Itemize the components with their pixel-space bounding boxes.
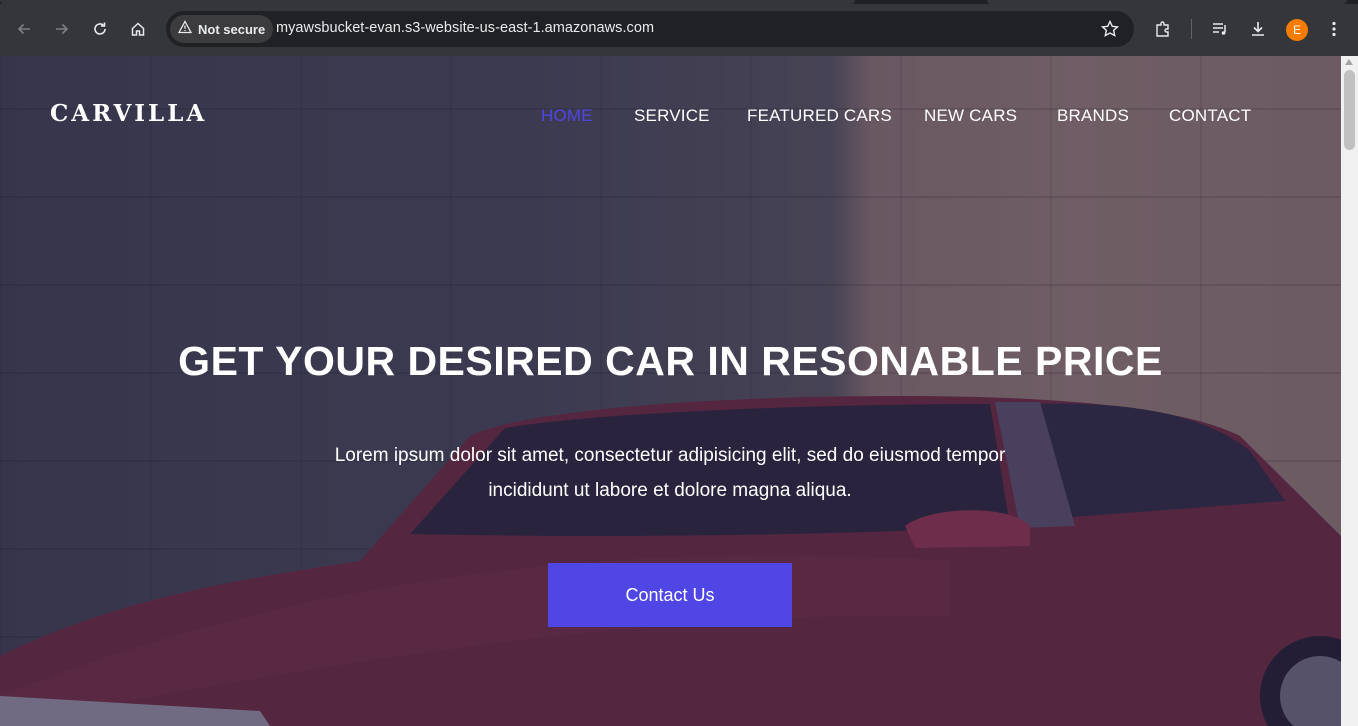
nav-featured-cars[interactable]: FEATURED CARS [747,106,892,126]
profile-avatar[interactable]: E [1286,19,1308,41]
security-label: Not secure [198,21,266,37]
security-chip[interactable]: Not secure [170,15,274,43]
home-icon[interactable] [126,17,150,41]
more-menu-icon[interactable] [1322,17,1346,41]
nav-contact[interactable]: CONTACT [1169,106,1251,126]
back-icon[interactable] [12,17,36,41]
scrollbar-thumb[interactable] [1344,70,1355,150]
reload-icon[interactable] [88,17,112,41]
toolbar-separator [1191,19,1192,39]
active-tab-edge[interactable] [0,0,855,4]
extensions-icon[interactable] [1151,17,1175,41]
nav-brands[interactable]: BRANDS [1057,106,1129,126]
hero-title: GET YOUR DESIRED CAR IN RESONABLE PRICE [178,338,1163,384]
hero-description: Lorem ipsum dolor sit amet, consectetur … [270,438,1070,508]
hero-description-line2: incididunt ut labore et dolore magna ali… [488,480,852,501]
download-icon[interactable] [1246,17,1270,41]
bookmark-star-icon[interactable] [1100,19,1120,44]
address-bar[interactable]: Not secure myawsbucket-evan.s3-website-u… [166,11,1134,47]
forward-icon[interactable] [50,17,74,41]
url-text[interactable]: myawsbucket-evan.s3-website-us-east-1.am… [276,20,654,36]
page-viewport: CARVILLA HOME SERVICE FEATURED CARS NEW … [0,56,1341,726]
nav-home[interactable]: HOME [541,106,593,126]
scroll-up-arrow-icon[interactable] [1345,59,1353,65]
browser-toolbar: Not secure myawsbucket-evan.s3-website-u… [0,0,1358,56]
main-nav: HOME SERVICE FEATURED CARS NEW CARS BRAN… [0,106,1341,130]
nav-service[interactable]: SERVICE [634,106,710,126]
hero-description-line1: Lorem ipsum dolor sit amet, consectetur … [334,445,1006,466]
warning-icon [177,19,193,39]
page-scrollbar[interactable] [1341,56,1358,726]
contact-us-button[interactable]: Contact Us [548,563,792,627]
media-queue-icon[interactable] [1208,17,1232,41]
nav-new-cars[interactable]: NEW CARS [924,106,1017,126]
inactive-tab-edge[interactable] [987,0,1347,4]
